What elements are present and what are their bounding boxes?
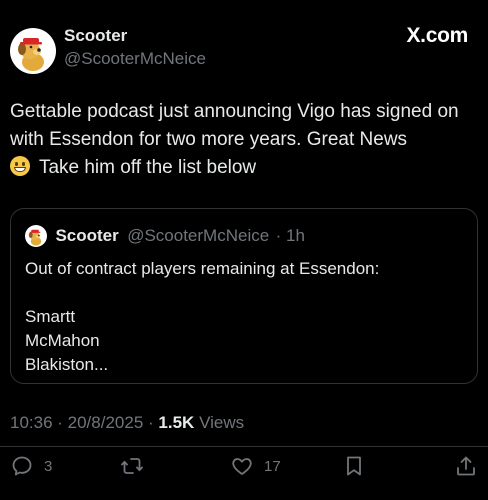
- quoted-text-line: [25, 281, 465, 305]
- quoted-tweet-text: Out of contract players remaining at Ess…: [25, 257, 465, 377]
- tweet-text-line1: Gettable podcast just announcing Vigo ha…: [10, 101, 459, 150]
- reply-count: 3: [44, 457, 53, 475]
- quoted-time: · 1h: [275, 226, 305, 245]
- x-brand-logo: X.com: [406, 24, 468, 47]
- retweet-icon: [121, 458, 143, 474]
- like-icon: [232, 458, 252, 475]
- dog-avatar-icon: [28, 229, 42, 246]
- bookmark-icon: [347, 456, 361, 476]
- tweet-text: Gettable podcast just announcing Vigo ha…: [10, 98, 480, 182]
- divider: [0, 446, 488, 447]
- quoted-text-line: McMahon: [25, 331, 100, 350]
- action-bar: 3 17: [10, 452, 478, 480]
- share-icon: [457, 456, 475, 476]
- quoted-avatar[interactable]: [25, 225, 47, 247]
- reply-button[interactable]: 3: [10, 452, 52, 480]
- retweet-button[interactable]: [120, 452, 144, 480]
- tweet-text-line2: Take him off the list below: [38, 157, 257, 178]
- quoted-handle[interactable]: @ScooterMcNeice: [127, 226, 269, 245]
- tweet-header: Scooter @ScooterMcNeice X.com: [10, 22, 478, 78]
- quoted-text-line: Out of contract players remaining at Ess…: [25, 259, 380, 278]
- post-time[interactable]: 10:36 · 20/8/2025 ·: [10, 413, 154, 432]
- quoted-text-line: Blakiston...: [25, 355, 109, 374]
- share-button[interactable]: [454, 452, 478, 480]
- tweet-timestamp: 10:36 · 20/8/2025 · 1.5K Views: [10, 413, 244, 433]
- avatar[interactable]: [10, 28, 56, 74]
- like-button[interactable]: 17: [230, 452, 281, 480]
- dog-avatar-icon: [18, 38, 44, 71]
- views-label: Views: [199, 413, 245, 432]
- quoted-text-line: Smartt: [25, 307, 76, 326]
- grinning-face-icon: [10, 156, 30, 176]
- views-count: 1.5K: [158, 413, 195, 432]
- like-count: 17: [264, 457, 281, 475]
- reply-icon: [12, 456, 32, 476]
- bookmark-button[interactable]: [342, 452, 366, 480]
- user-handle[interactable]: @ScooterMcNeice: [64, 48, 206, 70]
- display-name[interactable]: Scooter: [64, 26, 206, 46]
- quoted-display-name[interactable]: Scooter: [55, 226, 118, 245]
- quoted-tweet-header: Scooter @ScooterMcNeice · 1h: [25, 225, 305, 247]
- quoted-tweet[interactable]: Scooter @ScooterMcNeice · 1h Out of cont…: [10, 208, 478, 384]
